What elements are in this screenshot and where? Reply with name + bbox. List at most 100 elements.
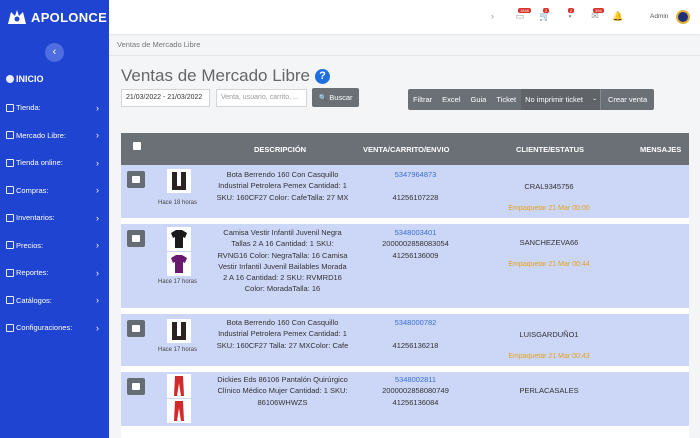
- chevron-down-icon: ⌄: [592, 96, 598, 102]
- create-sale-button[interactable]: Crear venta: [600, 89, 654, 110]
- date-range-input[interactable]: 21/03/2022 - 21/03/2022: [121, 89, 210, 107]
- column-header-venta: VENTA/CARRITO/ENVIO: [363, 145, 450, 154]
- sidebar-item-label: Inventarios:: [16, 213, 55, 223]
- table-row[interactable]: Dickies Eds 86106 Pantalón Quirúrgico Cl…: [121, 372, 689, 432]
- client-name: CRAL9345756: [524, 182, 574, 191]
- sale-id-link[interactable]: 5348000782: [369, 317, 462, 328]
- sidebar-item-tienda-online[interactable]: Tienda online: ›: [0, 149, 109, 177]
- sidebar-item-label: Precios:: [16, 240, 44, 250]
- message-icon[interactable]: ▪ 2: [564, 8, 576, 22]
- sidebar-item-inventarios[interactable]: Inventarios: ›: [0, 204, 109, 232]
- cart-id: 2000002858080749: [382, 386, 449, 396]
- sidebar-item-configuraciones[interactable]: Configuraciones: ›: [0, 314, 109, 342]
- shipping-id: 41256136218: [392, 340, 439, 350]
- column-header-descripcion: DESCRIPCIÓN: [254, 145, 307, 154]
- client-name: LUISGARDUÑO1: [519, 330, 579, 339]
- bell-orders-icon[interactable]: ▭ 1848: [514, 8, 531, 22]
- row-checkbox[interactable]: [127, 171, 145, 188]
- sidebar-item-tienda[interactable]: Tienda: ›: [0, 94, 109, 122]
- guide-button[interactable]: Guia: [466, 89, 492, 110]
- ticket-select-value: No imprimir ticket: [525, 95, 584, 104]
- user-name[interactable]: Admin: [650, 13, 668, 20]
- time-ago: Hace 17 horas: [158, 347, 198, 353]
- pants-red-image: [167, 399, 191, 423]
- search-button-label: Buscar: [329, 93, 353, 102]
- row-checkbox[interactable]: [127, 378, 145, 395]
- bell-icon[interactable]: 🔔: [612, 11, 624, 22]
- sale-info: 5347964873 41256107228: [369, 169, 462, 203]
- sidebar-item-mercado-libre[interactable]: Mercado Libre: ›: [0, 122, 109, 150]
- sale-info: 5348003401 2000002858083054 41256136009: [369, 227, 462, 261]
- mail-icon[interactable]: ✉ 394: [589, 8, 604, 22]
- sidebar-item-label: INICIO: [16, 74, 44, 84]
- chevron-right-icon: ›: [96, 157, 99, 168]
- chevron-right-icon: ›: [96, 130, 99, 141]
- sidebar: APOLONCE ‹ INICIO Tienda: › Mercado Libr…: [0, 0, 109, 438]
- excel-button[interactable]: Excel: [437, 89, 465, 110]
- actions-toolbar: Filtrar Excel Guia Ticket No imprimir ti…: [408, 89, 655, 110]
- logo[interactable]: APOLONCE: [6, 8, 107, 26]
- time-ago: Hace 18 horas: [158, 200, 198, 206]
- sidebar-item-reportes[interactable]: Reportes: ›: [0, 259, 109, 287]
- dollar-icon: [6, 241, 14, 250]
- folder-icon: [6, 296, 14, 305]
- page-title: Ventas de Mercado Libre ?: [121, 66, 331, 86]
- chevron-right-icon: ›: [96, 212, 99, 223]
- cart-id: 2000002858083054: [382, 239, 449, 249]
- chevron-right-icon: ›: [96, 267, 99, 278]
- ticket-select[interactable]: No imprimir ticket ⌄: [521, 89, 601, 110]
- notification-badge: 1848: [518, 8, 531, 13]
- chevron-right-icon: ›: [96, 102, 99, 113]
- sale-id-link[interactable]: 5348002811: [369, 374, 462, 385]
- sidebar-item-precios[interactable]: Precios: ›: [0, 232, 109, 260]
- breadcrumb: Ventas de Mercado Libre: [109, 34, 700, 56]
- search-button[interactable]: 🔍 Buscar: [312, 88, 359, 107]
- status-text: Empaquetar 21 Mar 00:00: [508, 205, 590, 212]
- lion-logo-icon: [8, 10, 26, 24]
- item-description: Bota Berrendo 160 Con Casquillo Industri…: [216, 170, 349, 202]
- collapse-sidebar-button[interactable]: ‹: [45, 43, 64, 62]
- item-description: Camisa Vestir Infantil Juvenil Negra Tal…: [217, 228, 348, 294]
- store-icon: [6, 103, 14, 112]
- chart-icon: [6, 268, 14, 277]
- shipping-id: 41256136009: [392, 250, 439, 260]
- sidebar-item-catalogos[interactable]: Catálogos: ›: [0, 287, 109, 315]
- select-all-checkbox[interactable]: [133, 142, 141, 150]
- search-input[interactable]: Venta, usuario, carrito, ...: [216, 89, 307, 107]
- table-header: DESCRIPCIÓN VENTA/CARRITO/ENVIO CLIENTE/…: [121, 133, 689, 165]
- help-icon[interactable]: ?: [315, 68, 331, 84]
- truck-icon: [6, 213, 14, 222]
- cart-icon: [6, 186, 14, 195]
- gear-icon: [6, 323, 14, 332]
- ticket-button[interactable]: Ticket: [491, 89, 521, 110]
- chevron-right-icon: ›: [96, 322, 99, 333]
- time-ago: Hace 17 horas: [158, 279, 198, 285]
- table-row[interactable]: Hace 17 horas Camisa Vestir Infantil Juv…: [121, 224, 689, 314]
- shirt-purple-image: [167, 252, 191, 276]
- table-row[interactable]: Hace 17 horas Bota Berrendo 160 Con Casq…: [121, 314, 689, 372]
- chevron-right-icon: ›: [96, 185, 99, 196]
- chevron-right-icon[interactable]: ›: [491, 11, 494, 21]
- sale-id-link[interactable]: 5347964873: [369, 169, 462, 180]
- sidebar-item-compras[interactable]: Compras: ›: [0, 177, 109, 205]
- sidebar-item-label: Tienda online:: [16, 158, 63, 168]
- shipping-id: 41256107228: [392, 192, 439, 202]
- sidebar-nav: INICIO Tienda: › Mercado Libre: › Tienda…: [0, 72, 109, 342]
- handshake-icon: [6, 131, 14, 140]
- avatar[interactable]: [676, 10, 690, 24]
- row-checkbox[interactable]: [127, 320, 145, 337]
- filter-button[interactable]: Filtrar: [408, 89, 437, 110]
- table-row[interactable]: Hace 18 horas Bota Berrendo 160 Con Casq…: [121, 165, 689, 224]
- sidebar-item-label: Configuraciones:: [16, 323, 73, 333]
- boot-image: [167, 169, 191, 193]
- sidebar-item-label: Mercado Libre:: [16, 130, 67, 140]
- row-checkbox[interactable]: [127, 230, 145, 247]
- sidebar-item-inicio[interactable]: INICIO: [0, 72, 109, 86]
- cart-id: [369, 180, 462, 191]
- sale-info: 5348002811 2000002858080749 41256136084: [369, 374, 462, 408]
- sale-id-link[interactable]: 5348003401: [369, 227, 462, 238]
- cart-icon[interactable]: 🛒 2: [539, 8, 551, 22]
- sales-table: DESCRIPCIÓN VENTA/CARRITO/ENVIO CLIENTE/…: [121, 133, 689, 438]
- item-description: Dickies Eds 86106 Pantalón Quirúrgico Cl…: [217, 375, 348, 407]
- boot-image: [167, 319, 191, 343]
